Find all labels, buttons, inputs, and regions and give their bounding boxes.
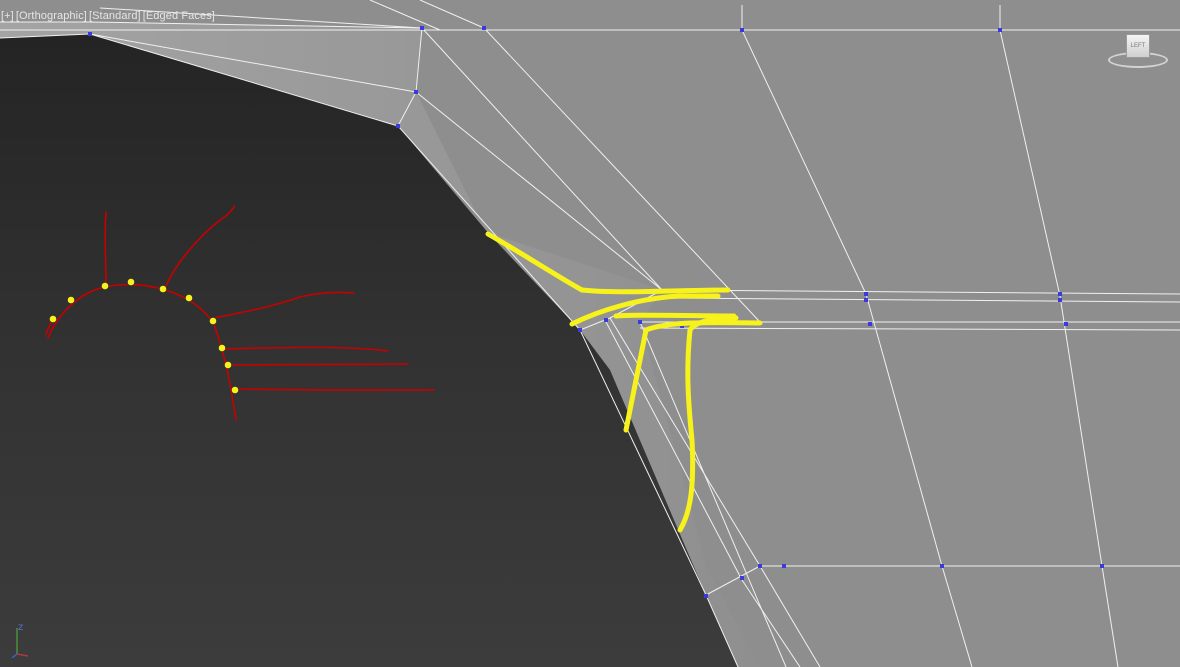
viewcube-icon[interactable]: LEFT bbox=[1106, 34, 1170, 74]
viewcube-face[interactable]: LEFT bbox=[1126, 34, 1150, 58]
viewcube-face-label: LEFT bbox=[1130, 43, 1146, 49]
viewport-scene[interactable] bbox=[0, 0, 1180, 667]
axis-z-label: z bbox=[18, 622, 24, 633]
viewport-menu-general[interactable]: [+] bbox=[0, 10, 15, 22]
axis-tripod-icon: z bbox=[8, 618, 32, 659]
viewport-label: [+] [Orthographic] [Standard] [Edged Fac… bbox=[0, 8, 216, 24]
orthographic-viewport[interactable]: [+] [Orthographic] [Standard] [Edged Fac… bbox=[0, 0, 1180, 667]
viewport-menu-shading-standard[interactable]: [Standard] bbox=[88, 10, 142, 22]
viewport-menu-point-of-view[interactable]: [Orthographic] bbox=[15, 10, 88, 22]
viewport-menu-visual-style[interactable]: [Edged Faces] bbox=[142, 10, 216, 22]
